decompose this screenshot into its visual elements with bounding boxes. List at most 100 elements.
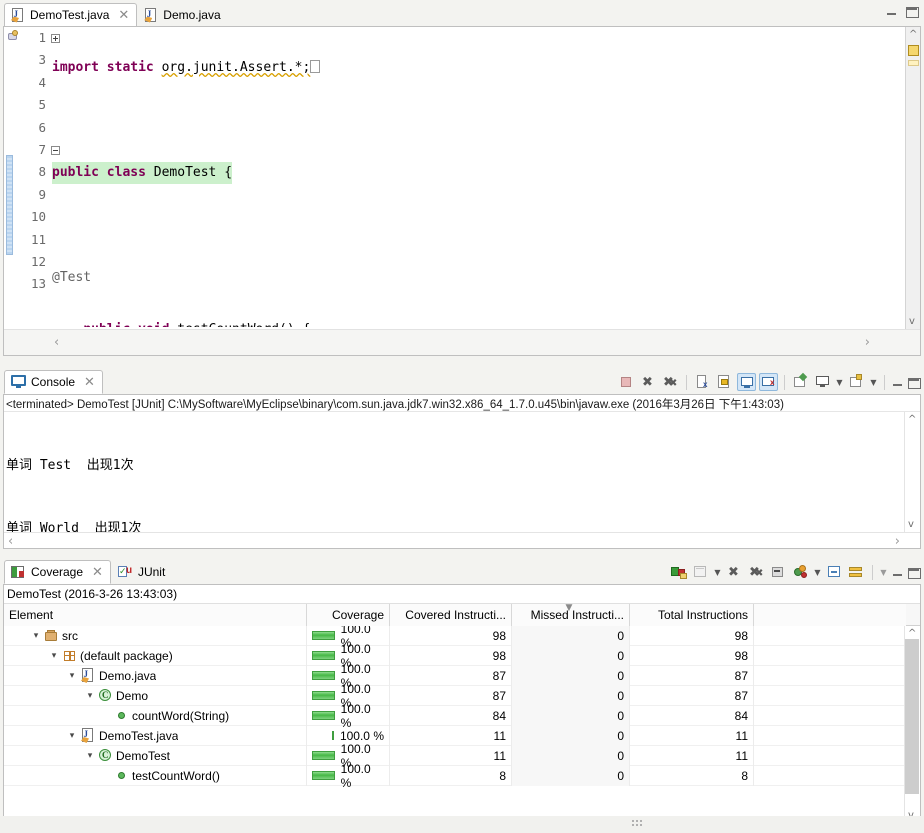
link-with-selection-icon[interactable] <box>825 563 844 581</box>
coverage-session-icon[interactable] <box>669 563 688 581</box>
editor-annotation-gutter[interactable] <box>4 27 22 327</box>
expand-toggle-icon[interactable]: ▾ <box>85 751 95 761</box>
remove-launch-icon[interactable]: ✖ <box>639 373 658 391</box>
table-row[interactable]: ▾ src 100.0 % 98 0 98 <box>4 622 920 650</box>
editor-horizontal-scrollbar[interactable]: ‹ › <box>4 329 920 355</box>
table-row[interactable]: ▾ C Demo 100.0 % 87 0 87 <box>4 682 920 710</box>
token-keyword: public <box>83 322 130 327</box>
expand-toggle-icon[interactable]: ▾ <box>31 631 41 641</box>
line-number: 11 <box>30 231 46 247</box>
maximize-icon[interactable] <box>907 566 921 579</box>
table-row[interactable]: testCountWord() 100.0 % 8 0 8 <box>4 762 920 790</box>
scrollbar-thumb[interactable] <box>905 639 919 794</box>
expand-toggle-icon[interactable]: ▾ <box>67 731 77 741</box>
remove-session-icon[interactable]: ✖ <box>725 563 744 581</box>
relaunch-coverage-icon[interactable] <box>847 563 866 581</box>
close-icon[interactable]: ✕ <box>118 9 129 22</box>
terminate-icon[interactable] <box>617 373 636 391</box>
chevron-down-icon[interactable]: ▼ <box>713 568 722 577</box>
coverage-table[interactable]: Element Coverage Covered Instructi... ▼ … <box>4 603 920 823</box>
missed-instructions: 0 <box>512 625 630 646</box>
scroll-down-icon[interactable]: v <box>909 316 915 327</box>
covered-instructions: 11 <box>390 745 512 766</box>
column-header-missed-instructions[interactable]: ▼ Missed Instructi... <box>512 603 630 626</box>
pin-console-icon[interactable] <box>791 372 810 391</box>
open-console-icon[interactable] <box>847 373 866 391</box>
code-editor[interactable]: 1 3 4 5 6 7 8 9 10 11 12 13 import static org.junit… <box>3 26 921 356</box>
show-console-on-error-icon[interactable]: x <box>759 373 778 391</box>
display-selected-console-icon[interactable] <box>813 373 832 391</box>
remove-all-launches-icon[interactable]: ✖ ✖ <box>661 373 680 391</box>
tab-coverage[interactable]: Coverage ✕ <box>4 560 111 584</box>
column-header-element[interactable]: Element <box>4 604 307 626</box>
column-header-covered-instructions[interactable]: Covered Instructi... <box>390 604 512 626</box>
table-row[interactable]: ▾ J DemoTest.java 100.0 % 11 0 11 <box>4 725 920 746</box>
view-menu-icon[interactable]: ▼ <box>879 568 888 577</box>
line-number: 9 <box>38 186 46 202</box>
tab-junit[interactable]: ✓ u JUnit <box>111 560 173 584</box>
collapse-all-icon[interactable] <box>769 563 788 581</box>
java-file-icon: J <box>81 668 95 683</box>
minimize-icon[interactable] <box>891 566 904 579</box>
scroll-lock-icon[interactable] <box>715 373 734 391</box>
expand-toggle-icon[interactable]: ▾ <box>67 671 77 681</box>
select-counters-icon[interactable] <box>791 563 810 581</box>
scroll-up-icon[interactable]: ^ <box>908 628 916 639</box>
scroll-left-icon[interactable]: ‹ <box>8 534 13 549</box>
console-vertical-scrollbar[interactable]: ^ v <box>904 412 920 532</box>
line-number: 13 <box>30 276 46 292</box>
editor-text-area[interactable]: import static org.junit.Assert.*; public… <box>50 27 888 327</box>
scroll-up-icon[interactable]: ^ <box>909 29 917 40</box>
scroll-right-icon[interactable]: › <box>895 534 900 549</box>
show-console-on-output-icon[interactable] <box>737 373 756 391</box>
scroll-up-icon[interactable]: ^ <box>908 414 916 425</box>
chevron-down-icon[interactable]: ▼ <box>813 568 822 577</box>
expand-toggle-icon[interactable]: ▾ <box>85 691 95 701</box>
expand-toggle-icon[interactable]: ▾ <box>49 651 59 661</box>
total-instructions: 98 <box>630 625 754 646</box>
console-horizontal-scrollbar[interactable]: ‹ › <box>4 532 920 549</box>
chevron-down-icon[interactable]: ▼ <box>835 378 844 387</box>
maximize-icon[interactable] <box>905 5 919 18</box>
chevron-down-icon[interactable]: ▼ <box>869 378 878 387</box>
warning-marker[interactable] <box>908 45 919 56</box>
coverage-bar <box>312 771 335 780</box>
tab-label: Console <box>31 375 76 389</box>
console-body[interactable]: <terminated> DemoTest [JUnit] C:\MySoftw… <box>3 394 921 662</box>
coverage-vertical-scrollbar[interactable]: ^ v <box>904 626 920 823</box>
clear-console-icon[interactable]: x <box>693 373 712 391</box>
element-label: DemoTest <box>116 748 171 763</box>
column-header-total-instructions[interactable]: Total Instructions <box>630 604 754 626</box>
covered-instructions: 87 <box>390 685 512 706</box>
scroll-left-icon[interactable]: ‹ <box>54 335 59 350</box>
import-session-icon[interactable] <box>691 563 710 581</box>
code-line-6: @Test <box>50 267 888 289</box>
remove-all-sessions-icon[interactable]: ✖ ✖ <box>747 563 766 581</box>
scroll-right-icon[interactable]: › <box>865 335 870 350</box>
table-row[interactable]: ▾ C DemoTest 100.0 % 11 0 11 <box>4 742 920 770</box>
token-keyword: void <box>138 322 169 327</box>
missed-instructions: 0 <box>512 665 630 686</box>
tab-demo-java[interactable]: J Demo.java <box>137 3 228 27</box>
table-row[interactable]: ▾ J Demo.java 100.0 % 87 0 87 <box>4 662 920 690</box>
minimize-icon[interactable] <box>885 5 898 18</box>
editor-window-buttons <box>885 5 919 18</box>
table-row[interactable]: ▾ (default package) 100.0 % 98 0 98 <box>4 642 920 670</box>
warning-marker-secondary[interactable] <box>908 60 919 66</box>
coverage-body[interactable]: DemoTest (2016-3-26 13:43:03) Element Co… <box>3 584 921 824</box>
element-label: src <box>62 628 78 643</box>
minimize-icon[interactable] <box>891 376 904 389</box>
tab-console[interactable]: Console ✕ <box>4 370 103 394</box>
close-icon[interactable]: ✕ <box>92 566 103 579</box>
toolbar-separator <box>872 564 873 580</box>
console-toolbar: ✖ ✖ ✖ x x ▼ ▼ <box>617 372 921 392</box>
maximize-icon[interactable] <box>907 376 921 389</box>
scroll-down-icon[interactable]: v <box>908 519 914 530</box>
resize-grip[interactable] <box>632 820 642 829</box>
table-row[interactable]: countWord(String) 100.0 % 84 0 84 <box>4 702 920 730</box>
close-icon[interactable]: ✕ <box>84 376 95 389</box>
overview-ruler[interactable]: ^ v <box>905 27 920 329</box>
column-header-coverage[interactable]: Coverage <box>307 604 390 626</box>
tab-demotest-java[interactable]: J DemoTest.java ✕ <box>4 3 138 27</box>
